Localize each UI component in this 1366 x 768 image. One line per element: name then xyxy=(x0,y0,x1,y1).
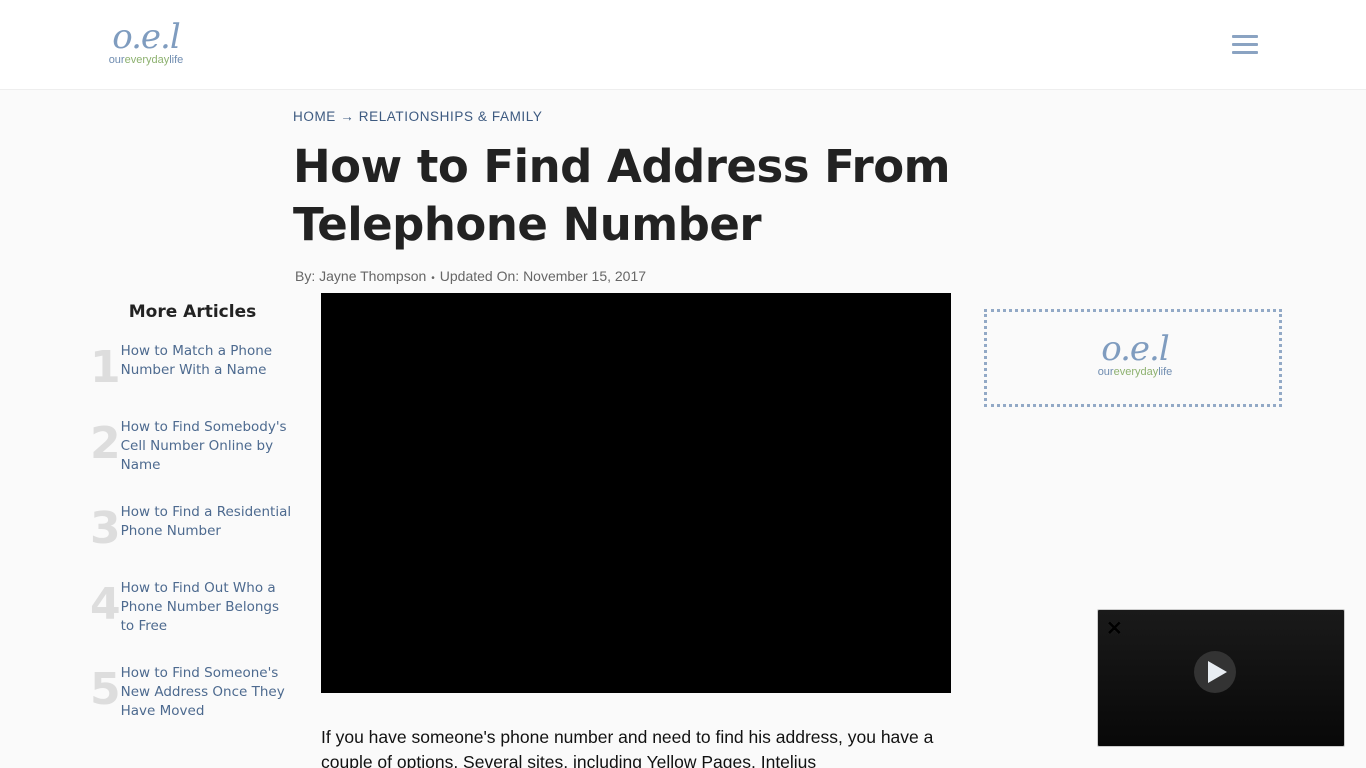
article-link[interactable]: 3 How to Find a Residential Phone Number xyxy=(90,503,295,551)
more-articles-heading: More Articles xyxy=(128,302,257,322)
ad-placeholder: o.e.l oureverydaylife xyxy=(984,309,1282,407)
video-player[interactable] xyxy=(321,293,951,693)
page-title: How to Find Address From Telephone Numbe… xyxy=(293,140,951,251)
article-link[interactable]: 4 How to Find Out Who a Phone Number Belo… xyxy=(90,579,295,636)
ad-logo: o.e.l oureverydaylife xyxy=(1097,329,1173,378)
arrow-icon: → xyxy=(340,109,355,124)
updated-date: November 15, 2017 xyxy=(523,268,647,284)
author-link[interactable]: Jayne Thompson xyxy=(319,268,426,284)
article-link[interactable]: 2 How to Find Somebody's Cell Number Onli… xyxy=(90,418,295,475)
breadcrumb-category[interactable]: RELATIONSHIPS & FAMILY xyxy=(359,109,543,124)
breadcrumb-home[interactable]: HOME xyxy=(293,109,336,124)
article-body: If you have someone's phone number and n… xyxy=(321,727,934,768)
site-header: o.e.l oureverydaylife xyxy=(0,0,1366,90)
hamburger-icon[interactable] xyxy=(1232,35,1258,55)
article-link[interactable]: 5 How to Find Someone's New Address Once … xyxy=(90,664,295,721)
play-icon[interactable] xyxy=(1194,651,1236,693)
site-logo[interactable]: o.e.l oureverydaylife xyxy=(96,20,196,66)
breadcrumb: HOME → RELATIONSHIPS & FAMILY xyxy=(293,109,542,124)
article-link[interactable]: 1 How to Match a Phone Number With a Name xyxy=(90,342,295,390)
more-articles: More Articles 1 How to Match a Phone Numb… xyxy=(90,302,295,749)
floating-video[interactable]: ✕ xyxy=(1097,609,1345,747)
byline: By: Jayne Thompson • Updated On: November … xyxy=(295,268,647,284)
close-icon[interactable]: ✕ xyxy=(1106,616,1123,641)
